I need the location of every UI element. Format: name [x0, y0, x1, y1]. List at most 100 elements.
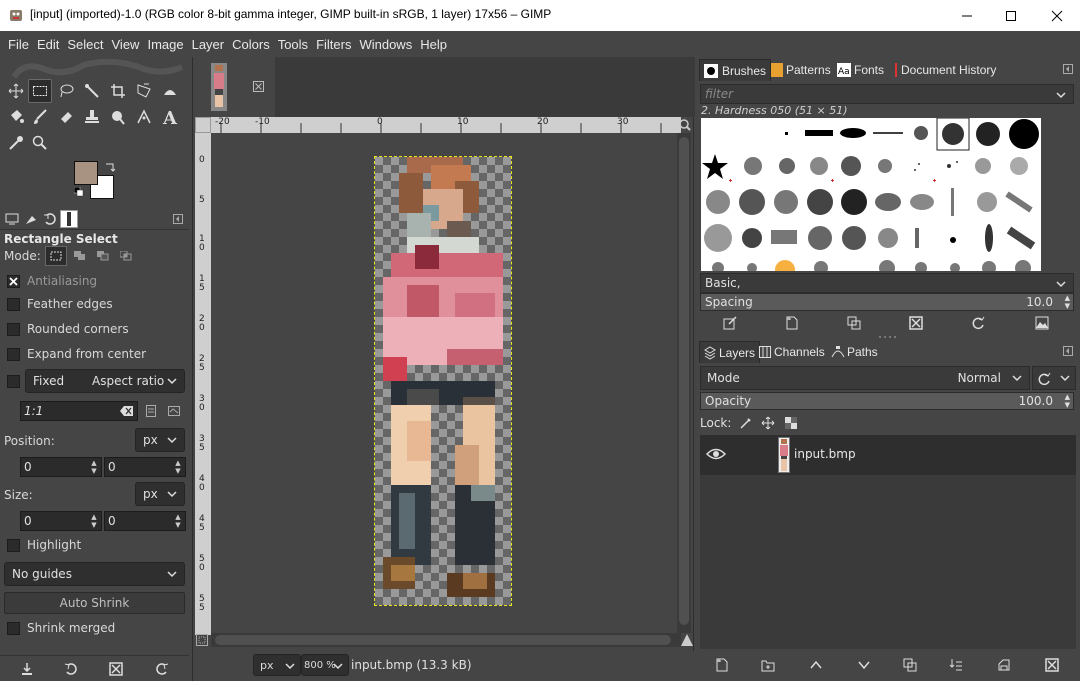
eraser-tool-icon[interactable] [54, 105, 78, 129]
panel-menu-icon[interactable] [1063, 346, 1073, 356]
lower-layer-icon[interactable] [855, 656, 873, 674]
fixed-mode-dropdown[interactable]: Fixed Aspect ratio [25, 369, 185, 393]
size-height-input[interactable]: 0 ▲ ▼ [104, 511, 186, 531]
swap-colors-icon[interactable] [104, 161, 116, 173]
menu-file[interactable]: File [4, 37, 33, 52]
spin-arrows-icon[interactable]: ▲ ▼ [172, 459, 184, 475]
tab-document-history[interactable]: Document History [891, 59, 1000, 81]
highlight-checkbox[interactable] [7, 538, 20, 552]
rect-select-tool-icon[interactable] [28, 79, 52, 103]
lock-pixels-icon[interactable] [739, 417, 752, 429]
move-tool-icon[interactable] [4, 79, 28, 103]
size-unit-dropdown[interactable]: px [135, 482, 185, 506]
duplicate-brush-icon[interactable] [845, 314, 863, 332]
vertical-scrollbar[interactable] [677, 133, 691, 633]
zoom-tool-icon[interactable] [28, 131, 52, 155]
horizontal-scrollbar[interactable] [211, 633, 681, 647]
close-tab-icon[interactable] [253, 81, 264, 92]
expand-from-center-row[interactable]: Expand from center [0, 343, 189, 365]
tab-layers[interactable]: Layers [699, 341, 761, 363]
antialiasing-checkbox[interactable] [7, 274, 20, 288]
warp-tool-icon[interactable] [158, 79, 182, 103]
delete-brush-icon[interactable] [907, 314, 925, 332]
add-layer-mask-icon[interactable] [995, 656, 1013, 674]
close-button[interactable] [1034, 0, 1080, 31]
fixed-checkbox[interactable] [7, 374, 20, 388]
lasso-tool-icon[interactable] [54, 79, 78, 103]
bucket-fill-tool-icon[interactable] [4, 105, 28, 129]
raise-layer-icon[interactable] [807, 656, 825, 674]
image-layer-preview[interactable] [374, 156, 512, 606]
menu-layer[interactable]: Layer [188, 37, 229, 52]
delete-options-icon[interactable] [107, 660, 125, 678]
edit-brush-icon[interactable] [721, 314, 739, 332]
spin-arrows-icon[interactable]: ▲ ▼ [1065, 294, 1070, 310]
menu-image[interactable]: Image [143, 37, 187, 52]
brush-filter-input[interactable]: filter [700, 84, 1074, 104]
zoom-image-fit-icon[interactable] [679, 119, 691, 131]
lock-position-icon[interactable] [761, 416, 775, 430]
new-layer-icon[interactable] [713, 656, 731, 674]
fuzzy-select-tool-icon[interactable] [80, 79, 104, 103]
foreground-color-swatch[interactable] [74, 161, 98, 185]
tool-options-tab-icon[interactable] [3, 210, 21, 228]
spacing-slider[interactable]: Spacing 10.0 ▲ ▼ [700, 293, 1074, 311]
ratio-input[interactable]: 1:1 [20, 401, 138, 421]
path-tool-icon[interactable] [132, 105, 156, 129]
duplicate-layer-icon[interactable] [901, 656, 919, 674]
save-options-icon[interactable] [18, 660, 36, 678]
mode-add-icon[interactable] [70, 246, 90, 266]
menu-select[interactable]: Select [63, 37, 107, 52]
image-tab[interactable] [193, 57, 275, 117]
tab-channels[interactable]: Channels [755, 341, 829, 363]
device-status-tab-icon[interactable] [22, 210, 40, 228]
composite-mode-dropdown[interactable] [1032, 366, 1076, 390]
crop-tool-icon[interactable] [106, 79, 130, 103]
refresh-brushes-icon[interactable] [969, 314, 987, 332]
layer-row[interactable]: input.bmp [700, 435, 1076, 475]
position-x-input[interactable]: 0 ▲ ▼ [20, 457, 102, 477]
brush-scrollbar[interactable] [1043, 118, 1073, 271]
scrollbar-thumb[interactable] [679, 137, 689, 625]
spin-arrows-icon[interactable]: ▲ ▼ [88, 513, 100, 529]
mode-subtract-icon[interactable] [93, 246, 113, 266]
tab-fonts[interactable]: Aa Fonts [833, 59, 888, 81]
shrink-merged-row[interactable]: Shrink merged [0, 617, 189, 639]
brush-tag-dropdown[interactable]: Basic, [700, 273, 1074, 293]
quick-mask-toggle[interactable] [195, 117, 211, 133]
new-layer-group-icon[interactable] [759, 656, 777, 674]
images-tab-icon[interactable] [60, 210, 78, 228]
feather-edges-checkbox[interactable] [7, 297, 20, 311]
restore-options-icon[interactable] [62, 660, 80, 678]
brush-grid[interactable] [701, 118, 1041, 271]
minimize-button[interactable] [944, 0, 990, 31]
spin-arrows-icon[interactable]: ▲ ▼ [88, 459, 100, 475]
guides-dropdown[interactable]: No guides [4, 562, 185, 586]
maximize-button[interactable] [988, 0, 1034, 31]
landscape-icon[interactable] [167, 405, 181, 417]
undo-history-tab-icon[interactable] [41, 210, 59, 228]
chain-link-toggle[interactable] [744, 445, 760, 465]
panel-menu-icon[interactable] [173, 214, 183, 224]
menu-tools[interactable]: Tools [274, 37, 312, 52]
size-width-input[interactable]: 0 ▲ ▼ [20, 511, 102, 531]
smudge-tool-icon[interactable] [106, 105, 130, 129]
tab-paths[interactable]: Paths [827, 341, 882, 363]
zoom-combo[interactable]: 800 % [301, 654, 349, 676]
position-unit-dropdown[interactable]: px [135, 428, 185, 452]
lock-alpha-icon[interactable] [785, 417, 798, 429]
shrink-merged-checkbox[interactable] [7, 621, 20, 635]
eye-visibility-icon[interactable] [706, 447, 726, 461]
menu-filters[interactable]: Filters [312, 37, 355, 52]
tab-brushes[interactable]: Brushes [699, 59, 772, 81]
expand-from-center-checkbox[interactable] [7, 347, 20, 361]
opacity-slider[interactable]: Opacity 100.0 ▲ ▼ [700, 392, 1074, 410]
mode-replace-icon[interactable] [44, 246, 67, 266]
paintbrush-tool-icon[interactable] [28, 105, 52, 129]
menu-windows[interactable]: Windows [355, 37, 416, 52]
position-y-input[interactable]: 0 ▲ ▼ [104, 457, 186, 477]
text-tool-icon[interactable]: A [158, 105, 182, 129]
spin-arrows-icon[interactable]: ▲ ▼ [172, 513, 184, 529]
antialiasing-row[interactable]: Antialiasing [0, 270, 189, 292]
clone-tool-icon[interactable] [80, 105, 104, 129]
